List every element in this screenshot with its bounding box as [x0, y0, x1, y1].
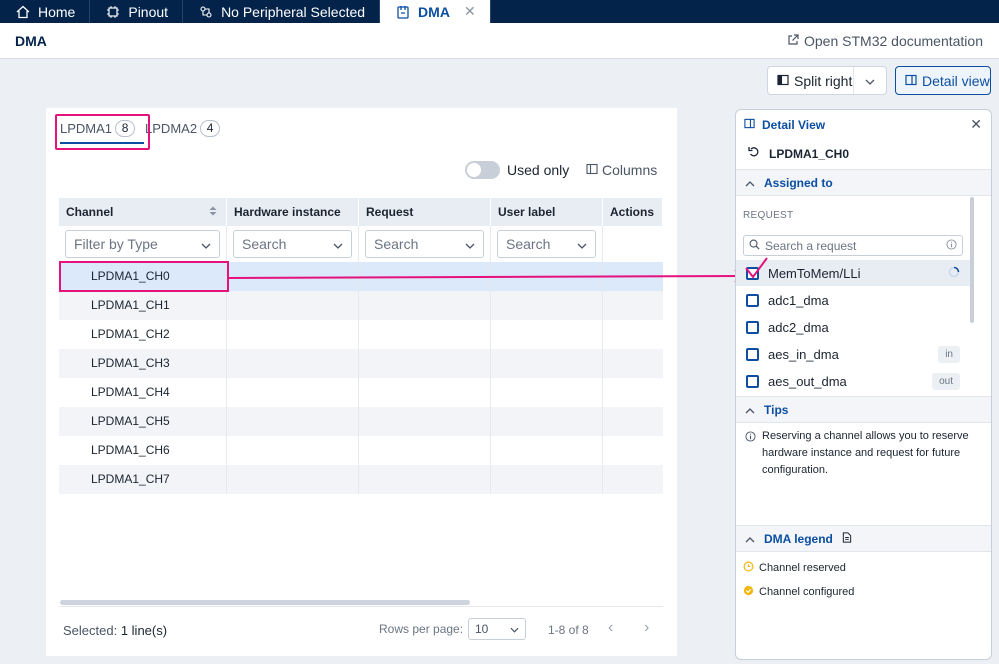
checkmark-annotation — [745, 257, 768, 279]
